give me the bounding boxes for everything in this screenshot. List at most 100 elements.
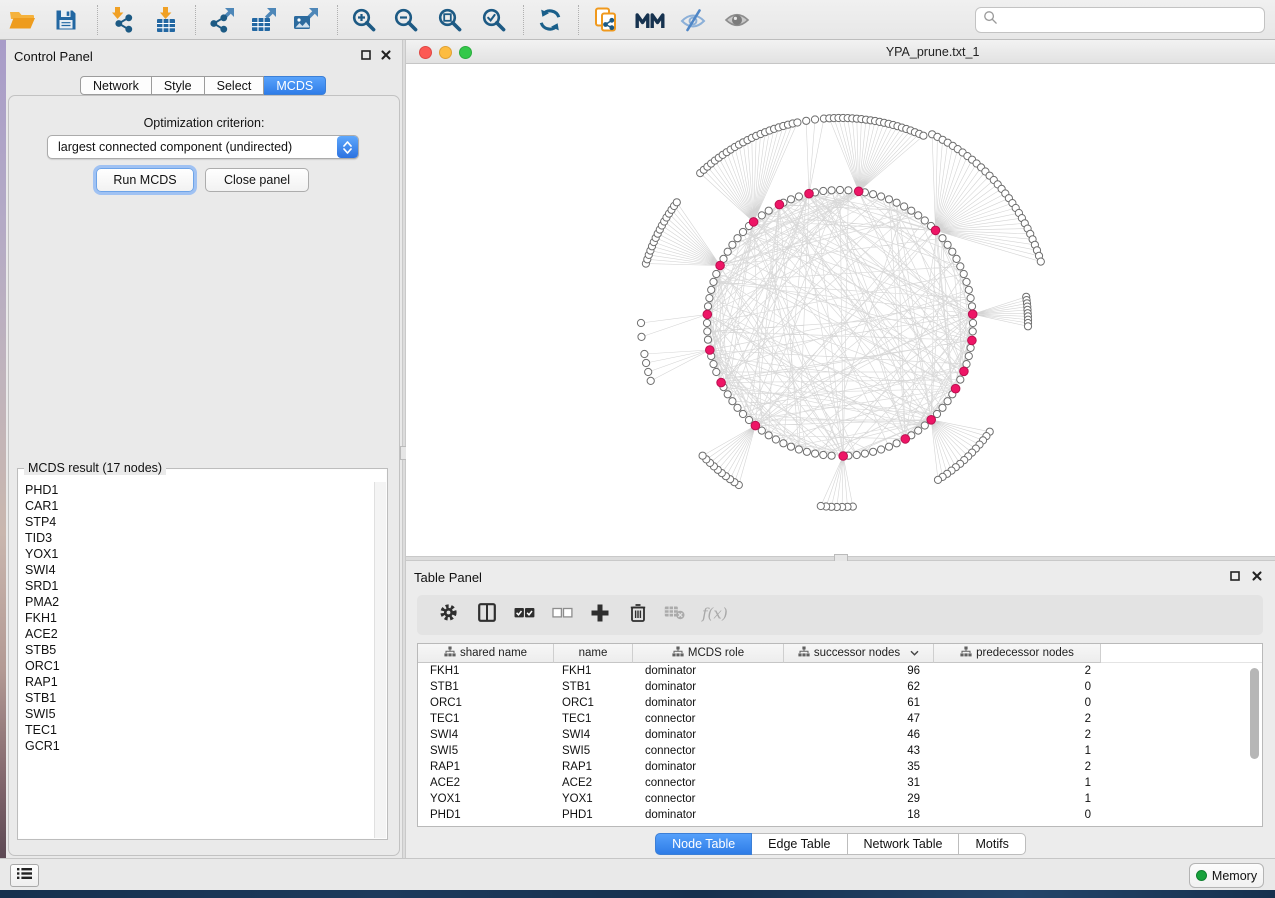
cell-name[interactable]: PHD1 — [554, 807, 633, 823]
mcds-result-item[interactable]: SWI4 — [19, 562, 374, 578]
float-panel-icon[interactable] — [1228, 569, 1241, 582]
cell-shared-name[interactable]: STB1 — [418, 679, 554, 695]
mcds-result-item[interactable]: RAP1 — [19, 674, 374, 690]
column-header-shared-name[interactable]: shared name — [418, 644, 554, 663]
zoom-out-button[interactable] — [389, 3, 423, 37]
mcds-result-item[interactable]: STB1 — [19, 690, 374, 706]
tab-node-table[interactable]: Node Table — [655, 833, 752, 855]
cell-mcds-role[interactable]: dominator — [633, 663, 784, 679]
cell-predecessor-nodes[interactable]: 1 — [934, 743, 1101, 759]
cell-shared-name[interactable]: FKH1 — [418, 663, 554, 679]
table-scrollbar-thumb[interactable] — [1250, 668, 1259, 759]
column-header-predecessor-nodes[interactable]: predecessor nodes — [934, 644, 1101, 663]
table-row[interactable]: SWI4SWI4dominator462 — [418, 727, 1262, 743]
criterion-select[interactable]: largest connected component (undirected) — [47, 135, 359, 159]
search-input[interactable] — [1003, 10, 1264, 30]
cell-successor-nodes[interactable]: 18 — [784, 807, 934, 823]
mcds-result-item[interactable]: ORC1 — [19, 658, 374, 674]
memory-button[interactable]: Memory — [1189, 863, 1264, 888]
network-canvas[interactable] — [406, 64, 1275, 556]
cell-shared-name[interactable]: RAP1 — [418, 759, 554, 775]
mcds-result-item[interactable]: SRD1 — [19, 578, 374, 594]
cell-name[interactable]: SWI4 — [554, 727, 633, 743]
fit-content-button[interactable] — [433, 3, 467, 37]
column-header-mcds-role[interactable]: MCDS role — [633, 644, 784, 663]
cell-successor-nodes[interactable]: 43 — [784, 743, 934, 759]
tab-style[interactable]: Style — [152, 76, 205, 95]
cell-mcds-role[interactable]: connector — [633, 711, 784, 727]
cell-predecessor-nodes[interactable]: 0 — [934, 695, 1101, 711]
create-column-button[interactable] — [585, 600, 615, 630]
cell-name[interactable]: STB1 — [554, 679, 633, 695]
mcds-list-scrollbar[interactable] — [374, 482, 386, 838]
mcds-result-item[interactable]: STB5 — [19, 642, 374, 658]
import-table-button[interactable] — [149, 3, 183, 37]
show-all-columns-button[interactable] — [509, 600, 539, 630]
cell-name[interactable]: RAP1 — [554, 759, 633, 775]
column-header-successor-nodes[interactable]: successor nodes — [784, 644, 934, 663]
cell-shared-name[interactable]: ORC1 — [418, 695, 554, 711]
mcds-result-item[interactable]: STP4 — [19, 514, 374, 530]
table-row[interactable]: PHD1PHD1dominator180 — [418, 807, 1262, 823]
cell-successor-nodes[interactable]: 29 — [784, 791, 934, 807]
cell-successor-nodes[interactable]: 61 — [784, 695, 934, 711]
cell-name[interactable]: SWI5 — [554, 743, 633, 759]
minimize-window-icon[interactable] — [439, 46, 452, 59]
mcds-result-item[interactable]: ACE2 — [19, 626, 374, 642]
cell-predecessor-nodes[interactable]: 2 — [934, 711, 1101, 727]
cell-mcds-role[interactable]: connector — [633, 743, 784, 759]
tab-motifs[interactable]: Motifs — [959, 833, 1025, 855]
cell-successor-nodes[interactable]: 47 — [784, 711, 934, 727]
cell-mcds-role[interactable]: dominator — [633, 759, 784, 775]
mcds-result-item[interactable]: SWI5 — [19, 706, 374, 722]
table-row[interactable]: SWI5SWI5connector431 — [418, 743, 1262, 759]
tab-network[interactable]: Network — [80, 76, 152, 95]
cell-predecessor-nodes[interactable]: 0 — [934, 807, 1101, 823]
cell-shared-name[interactable]: TEC1 — [418, 711, 554, 727]
close-window-icon[interactable] — [419, 46, 432, 59]
mcds-result-item[interactable]: TEC1 — [19, 722, 374, 738]
toggle-panes-button[interactable] — [472, 600, 502, 630]
cell-predecessor-nodes[interactable]: 2 — [934, 759, 1101, 775]
tab-edge-table[interactable]: Edge Table — [752, 833, 847, 855]
cell-name[interactable]: ACE2 — [554, 775, 633, 791]
mcds-result-item[interactable]: FKH1 — [19, 610, 374, 626]
close-panel-button[interactable]: Close panel — [205, 168, 309, 192]
table-row[interactable]: RAP1RAP1dominator352 — [418, 759, 1262, 775]
fit-selected-button[interactable] — [477, 3, 511, 37]
refresh-view-button[interactable] — [533, 3, 567, 37]
export-image-button[interactable] — [289, 3, 323, 37]
delete-columns-button[interactable] — [623, 600, 653, 630]
mcds-result-item[interactable]: PHD1 — [19, 482, 374, 498]
table-row[interactable]: STB1STB1dominator620 — [418, 679, 1262, 695]
cell-successor-nodes[interactable]: 96 — [784, 663, 934, 679]
mcds-result-item[interactable]: TID3 — [19, 530, 374, 546]
export-table-button[interactable] — [247, 3, 281, 37]
cell-successor-nodes[interactable]: 35 — [784, 759, 934, 775]
cell-shared-name[interactable]: PHD1 — [418, 807, 554, 823]
mcds-result-item[interactable]: YOX1 — [19, 546, 374, 562]
zoom-window-icon[interactable] — [459, 46, 472, 59]
run-mcds-button[interactable]: Run MCDS — [96, 168, 194, 192]
import-network-button[interactable] — [105, 3, 139, 37]
table-settings-button[interactable] — [433, 600, 463, 630]
float-panel-icon[interactable] — [359, 48, 372, 61]
network-graph[interactable] — [406, 64, 1275, 556]
table-row[interactable]: FKH1FKH1dominator962 — [418, 663, 1262, 679]
cell-mcds-role[interactable]: dominator — [633, 727, 784, 743]
cell-shared-name[interactable]: YOX1 — [418, 791, 554, 807]
hide-all-columns-button[interactable] — [547, 600, 577, 630]
mcds-result-item[interactable]: CAR1 — [19, 498, 374, 514]
table-row[interactable]: TEC1TEC1connector472 — [418, 711, 1262, 727]
hide-selected-button[interactable] — [676, 3, 710, 37]
clone-network-button[interactable] — [589, 3, 623, 37]
cell-predecessor-nodes[interactable]: 1 — [934, 775, 1101, 791]
show-all-button[interactable] — [720, 3, 754, 37]
save-session-button[interactable] — [49, 3, 83, 37]
mcds-result-item[interactable]: GCR1 — [19, 738, 374, 754]
column-header-name[interactable]: name — [554, 644, 633, 663]
mcds-result-item[interactable]: PMA2 — [19, 594, 374, 610]
mcds-result-list[interactable]: PHD1CAR1STP4TID3YOX1SWI4SRD1PMA2FKH1ACE2… — [19, 482, 374, 838]
zoom-in-button[interactable] — [347, 3, 381, 37]
cell-shared-name[interactable]: SWI4 — [418, 727, 554, 743]
